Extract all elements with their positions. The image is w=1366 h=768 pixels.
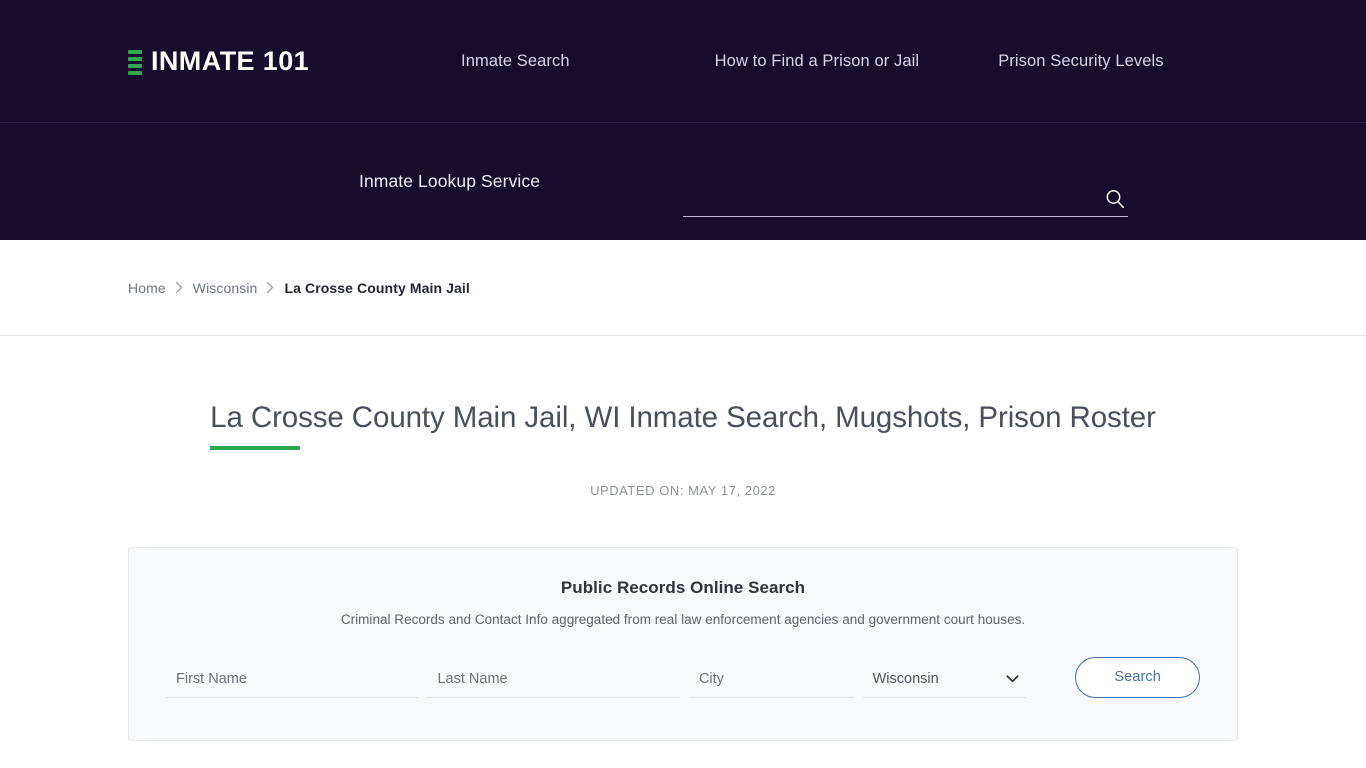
inmate-lookup-service-label: Inmate Lookup Service bbox=[359, 171, 541, 191]
breadcrumb-item-current: La Crosse County Main Jail bbox=[284, 279, 470, 296]
title-accent-bar bbox=[210, 445, 301, 450]
header-search-strip: Inmate Lookup Service bbox=[0, 123, 1366, 240]
breadcrumb-item-wisconsin[interactable]: Wisconsin bbox=[193, 280, 258, 296]
page-title: La Crosse County Main Jail, WI Inmate Se… bbox=[210, 400, 1156, 450]
public-records-search-card: Public Records Online Search Criminal Re… bbox=[128, 546, 1238, 741]
breadcrumb-bar: Home Wisconsin La Crosse County Main Jai… bbox=[0, 240, 1366, 336]
updated-on-label: UPDATED ON: MAY 17, 2022 bbox=[590, 482, 776, 498]
brand-logo[interactable]: INMATE 101 bbox=[128, 41, 309, 81]
city-field[interactable] bbox=[688, 661, 854, 698]
first-name-field[interactable] bbox=[166, 661, 419, 698]
first-name-input[interactable] bbox=[166, 662, 419, 695]
state-field[interactable]: Wisconsin bbox=[862, 661, 1028, 698]
last-name-input[interactable] bbox=[427, 662, 680, 695]
page-title-text: La Crosse County Main Jail, WI Inmate Se… bbox=[210, 401, 1156, 434]
card-subtitle: Criminal Records and Contact Info aggreg… bbox=[340, 611, 1026, 627]
card-title: Public Records Online Search bbox=[560, 577, 806, 597]
main-content: La Crosse County Main Jail, WI Inmate Se… bbox=[0, 336, 1366, 741]
search-input[interactable] bbox=[683, 183, 1083, 214]
nav-item-inmate-search[interactable]: Inmate Search bbox=[461, 52, 570, 71]
nav-item-how-to-find-a-prison-or-jail[interactable]: How to Find a Prison or Jail bbox=[715, 52, 920, 71]
public-records-form: Wisconsin Search bbox=[129, 656, 1237, 698]
city-input[interactable] bbox=[688, 662, 854, 695]
chevron-right-icon bbox=[175, 281, 184, 294]
records-search-button[interactable]: Search bbox=[1075, 656, 1200, 698]
nav-item-prison-security-levels[interactable]: Prison Security Levels bbox=[998, 52, 1163, 71]
breadcrumb: Home Wisconsin La Crosse County Main Jai… bbox=[128, 280, 470, 296]
main-nav: Inmate Search How to Find a Prison or Ja… bbox=[461, 52, 1164, 71]
state-select[interactable]: Wisconsin bbox=[862, 662, 1028, 695]
site-header: INMATE 101 Inmate Search How to Find a P… bbox=[0, 0, 1366, 240]
header-search-field[interactable] bbox=[683, 181, 1128, 217]
last-name-field[interactable] bbox=[427, 661, 680, 698]
top-navigation-bar: INMATE 101 Inmate Search How to Find a P… bbox=[0, 0, 1366, 123]
inmate-bars-icon bbox=[128, 48, 142, 75]
chevron-right-icon bbox=[266, 281, 275, 294]
breadcrumb-item-home[interactable]: Home bbox=[128, 280, 166, 296]
brand-name: INMATE 101 bbox=[151, 45, 310, 76]
search-icon[interactable] bbox=[1102, 186, 1128, 212]
